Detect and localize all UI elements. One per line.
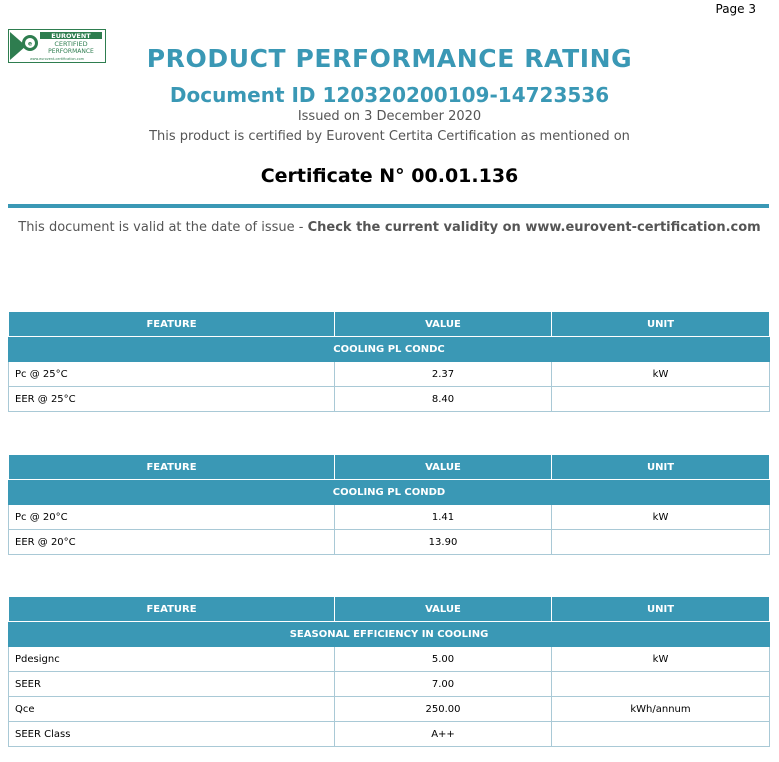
- document-id: Document ID 120320200109-14723536: [169, 83, 610, 107]
- section-row: SEASONAL EFFICIENCY IN COOLING: [8, 621, 770, 647]
- column-header-value: VALUE: [334, 454, 552, 480]
- section-row: COOLING PL CONDC: [8, 336, 770, 362]
- feature-cell: Qce: [8, 696, 335, 722]
- value-cell: 8.40: [334, 386, 552, 412]
- certificate-number: Certificate N° 00.01.136: [260, 165, 519, 187]
- section-title: COOLING PL CONDC: [8, 336, 770, 362]
- validity-text: This document is valid at the date of is…: [18, 220, 308, 235]
- column-header-value: VALUE: [334, 311, 552, 337]
- column-header-unit: UNIT: [551, 311, 770, 337]
- column-header-feature: FEATURE: [8, 311, 335, 337]
- feature-cell: EER @ 20°C: [8, 529, 335, 555]
- unit-cell: [551, 671, 770, 697]
- value-cell: 250.00: [334, 696, 552, 722]
- feature-cell: Pdesignc: [8, 646, 335, 672]
- feature-cell: SEER Class: [8, 721, 335, 747]
- section-title: COOLING PL CONDD: [8, 479, 770, 505]
- table-row: EER @ 25°C 8.40: [8, 386, 770, 412]
- unit-cell: [551, 386, 770, 412]
- feature-cell: Pc @ 20°C: [8, 504, 335, 530]
- table-row: Pdesignc 5.00 kW: [8, 646, 770, 672]
- section-row: COOLING PL CONDD: [8, 479, 770, 505]
- column-header-value: VALUE: [334, 596, 552, 622]
- rating-table-cooling-pl-condc: FEATURE VALUE UNIT COOLING PL CONDC Pc @…: [8, 311, 770, 412]
- value-cell: 1.41: [334, 504, 552, 530]
- svg-text:EUROVENT: EUROVENT: [51, 32, 91, 40]
- table-header-row: FEATURE VALUE UNIT: [8, 596, 770, 622]
- unit-cell: [551, 529, 770, 555]
- table-row: SEER Class A++: [8, 721, 770, 747]
- unit-cell: kW: [551, 646, 770, 672]
- unit-cell: kW: [551, 361, 770, 387]
- column-header-unit: UNIT: [551, 454, 770, 480]
- feature-cell: Pc @ 25°C: [8, 361, 335, 387]
- unit-cell: [551, 721, 770, 747]
- value-cell: 2.37: [334, 361, 552, 387]
- value-cell: 7.00: [334, 671, 552, 697]
- unit-cell: kWh/annum: [551, 696, 770, 722]
- column-header-feature: FEATURE: [8, 596, 335, 622]
- column-header-feature: FEATURE: [8, 454, 335, 480]
- column-header-unit: UNIT: [551, 596, 770, 622]
- table-row: Qce 250.00 kWh/annum: [8, 696, 770, 722]
- table-row: SEER 7.00: [8, 671, 770, 697]
- table-row: Pc @ 25°C 2.37 kW: [8, 361, 770, 387]
- certification-statement: This product is certified by Eurovent Ce…: [149, 129, 630, 144]
- value-cell: 5.00: [334, 646, 552, 672]
- table-row: EER @ 20°C 13.90: [8, 529, 770, 555]
- table-header-row: FEATURE VALUE UNIT: [8, 311, 770, 337]
- section-title: SEASONAL EFFICIENCY IN COOLING: [8, 621, 770, 647]
- value-cell: A++: [334, 721, 552, 747]
- rating-table-cooling-pl-condd: FEATURE VALUE UNIT COOLING PL CONDD Pc @…: [8, 454, 770, 555]
- page-number: Page 3: [715, 2, 757, 16]
- table-header-row: FEATURE VALUE UNIT: [8, 454, 770, 480]
- header-divider: [8, 204, 769, 208]
- page-title: PRODUCT PERFORMANCE RATING: [146, 44, 633, 73]
- issued-date: Issued on 3 December 2020: [297, 109, 482, 124]
- table-row: Pc @ 20°C 1.41 kW: [8, 504, 770, 530]
- validity-notice: This document is valid at the date of is…: [0, 220, 779, 235]
- unit-cell: kW: [551, 504, 770, 530]
- validity-link-text: Check the current validity on www.eurove…: [307, 220, 761, 235]
- feature-cell: EER @ 25°C: [8, 386, 335, 412]
- feature-cell: SEER: [8, 671, 335, 697]
- value-cell: 13.90: [334, 529, 552, 555]
- rating-table-seasonal-efficiency: FEATURE VALUE UNIT SEASONAL EFFICIENCY I…: [8, 596, 770, 747]
